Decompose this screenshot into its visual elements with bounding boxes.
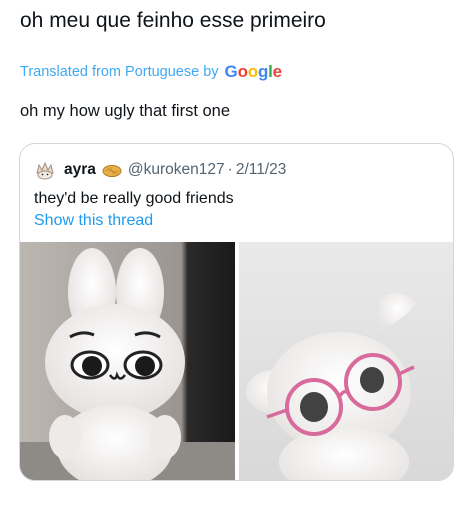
- quote-tweet-card[interactable]: ayra @kuroken127 · 2/11/23 they'd be rea…: [19, 143, 454, 481]
- quote-header: ayra @kuroken127 · 2/11/23: [34, 158, 286, 182]
- quote-text: they'd be really good friends: [34, 190, 234, 207]
- white-bunny-plush-photo[interactable]: [20, 242, 235, 480]
- google-logo: Google: [224, 62, 283, 81]
- separator-dot: ·: [227, 161, 233, 178]
- white-plush-with-pink-glasses-photo[interactable]: [239, 242, 453, 480]
- avatar[interactable]: [34, 159, 56, 181]
- translation-attribution: Translated from Portuguese by Google: [20, 62, 282, 82]
- show-thread-link[interactable]: Show this thread: [34, 210, 153, 232]
- quote-date[interactable]: 2/11/23: [236, 161, 287, 179]
- media-grid: [20, 242, 453, 480]
- translated-text: oh my how ugly that first one: [20, 102, 231, 120]
- tweet-text: oh meu que feinho esse primeiro: [20, 9, 326, 32]
- translated-label: Translated from Portuguese by: [20, 64, 219, 80]
- quote-author-handle[interactable]: @kuroken127: [128, 161, 225, 179]
- pie-emoji-icon: [102, 162, 122, 178]
- quote-author-name[interactable]: ayra: [64, 161, 96, 179]
